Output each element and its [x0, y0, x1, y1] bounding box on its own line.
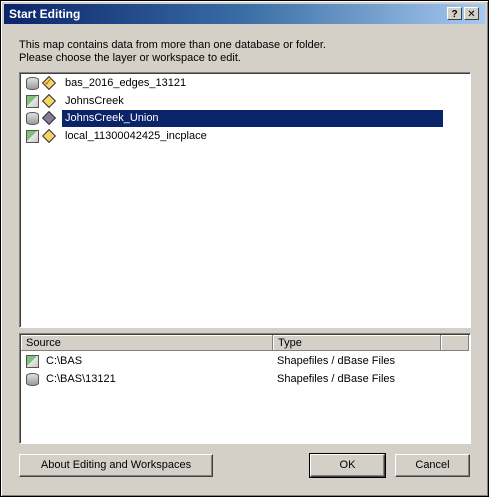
- polygon-layer-icon: [41, 110, 57, 126]
- polygon-layer-icon: [41, 128, 57, 144]
- folder-icon: [26, 95, 39, 108]
- workspace-type: Shapefiles / dBase Files: [277, 373, 396, 385]
- workspace-source: C:\BAS\13121: [46, 373, 116, 385]
- table-row[interactable]: C:\BAS Shapefiles / dBase Files: [22, 353, 468, 370]
- table-row[interactable]: C:\BAS\13121 Shapefiles / dBase Files: [22, 371, 468, 388]
- layer-list[interactable]: bas_2016_edges_13121 JohnsCreek JohnsCre…: [19, 72, 471, 328]
- workspace-list[interactable]: Source Type C:\BAS Shapefiles / dBase Fi…: [19, 333, 471, 444]
- database-icon: [26, 77, 39, 90]
- workspace-type: Shapefiles / dBase Files: [277, 355, 396, 367]
- layer-label: bas_2016_edges_13121: [65, 77, 187, 89]
- workspace-source: C:\BAS: [46, 355, 83, 367]
- database-icon: [26, 373, 39, 386]
- ok-button[interactable]: OK: [309, 453, 386, 478]
- layer-label: JohnsCreek_Union: [62, 110, 443, 127]
- column-header-filler: [441, 335, 469, 351]
- database-icon: [26, 112, 39, 125]
- close-button[interactable]: ✕: [464, 7, 479, 20]
- column-header-type[interactable]: Type: [273, 335, 441, 351]
- layer-label: JohnsCreek: [65, 95, 124, 107]
- folder-icon: [26, 130, 39, 143]
- layer-label: local_11300042425_incplace: [65, 130, 207, 142]
- folder-icon: [26, 355, 39, 368]
- instruction-text: This map contains data from more than on…: [19, 39, 326, 64]
- line-layer-icon: [41, 75, 57, 91]
- title-bar[interactable]: Start Editing ? ✕: [4, 4, 485, 24]
- dialog-title: Start Editing: [9, 7, 81, 21]
- about-editing-button[interactable]: About Editing and Workspaces: [19, 454, 213, 477]
- help-button[interactable]: ?: [447, 7, 462, 20]
- start-editing-dialog: Start Editing ? ✕ This map contains data…: [0, 0, 489, 497]
- cancel-button[interactable]: Cancel: [395, 454, 470, 477]
- polygon-layer-icon: [41, 93, 57, 109]
- column-header-source[interactable]: Source: [21, 335, 273, 351]
